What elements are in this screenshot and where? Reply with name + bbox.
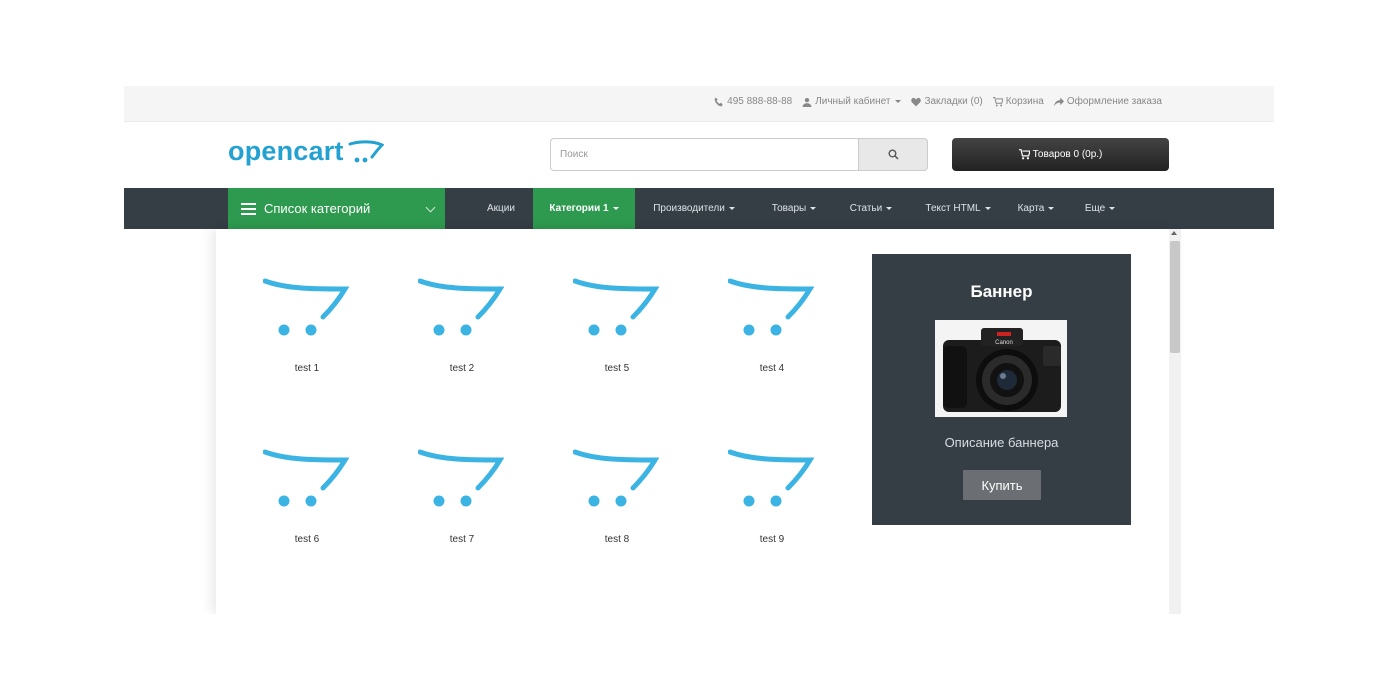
vertical-scrollbar[interactable] — [1169, 229, 1181, 614]
shopping-cart-icon — [1018, 149, 1030, 160]
search-button[interactable] — [858, 138, 928, 171]
search-icon — [887, 149, 899, 160]
category-list-label: Список категорий — [264, 201, 371, 216]
nav-item-label: Производители — [653, 203, 725, 214]
category-tile[interactable]: test 9 — [701, 438, 843, 568]
caret-down-icon — [984, 207, 991, 210]
nav-item-label: Товары — [771, 203, 807, 214]
nav-item-html-text[interactable]: Текст HTML — [914, 188, 1002, 229]
category-tile-label: test 6 — [294, 534, 320, 545]
caret-down-icon — [1048, 207, 1055, 210]
nav-item-products[interactable]: Товары — [756, 188, 832, 229]
category-tile[interactable]: test 7 — [391, 438, 533, 568]
cart-text: Корзина — [1005, 96, 1044, 107]
wishlist-text: Закладки (0) — [924, 96, 983, 107]
search-input[interactable] — [550, 138, 858, 171]
search-bar — [550, 138, 928, 171]
phone-link[interactable]: 495 888-88-88 — [714, 96, 792, 107]
opencart-cart-icon — [418, 449, 504, 507]
cart-link[interactable]: Корзина — [992, 96, 1044, 107]
category-tile-label: test 1 — [294, 363, 320, 374]
opencart-cart-icon — [728, 278, 814, 336]
nav-item-categories[interactable]: Категории 1 — [533, 188, 635, 229]
opencart-cart-icon — [263, 278, 349, 336]
camera-icon: Canon — [935, 320, 1067, 417]
chevron-down-icon — [425, 202, 436, 213]
cart-button-label: Товаров 0 (0р.) — [1032, 149, 1103, 160]
opencart-cart-icon — [263, 449, 349, 507]
checkout-link[interactable]: Оформление заказа — [1053, 96, 1162, 107]
account-text: Личный кабинет — [815, 96, 891, 107]
category-tile[interactable]: test 6 — [236, 438, 378, 568]
wishlist-link[interactable]: Закладки (0) — [911, 96, 983, 107]
logo[interactable]: opencart — [228, 136, 384, 167]
category-list-menu[interactable]: Список категорий — [228, 188, 445, 229]
banner: Баннер Canon Описание баннера Купить — [872, 254, 1131, 525]
banner-buy-button[interactable]: Купить — [963, 470, 1041, 500]
logo-text: opencart — [228, 136, 344, 166]
category-tile[interactable]: test 2 — [391, 267, 533, 397]
category-tile-label: test 5 — [604, 363, 630, 374]
caret-down-icon — [612, 207, 619, 210]
caret-down-icon — [810, 207, 817, 210]
category-tile[interactable]: test 1 — [236, 267, 378, 397]
user-icon — [802, 97, 812, 107]
caret-down-icon — [1109, 207, 1116, 210]
nav-item-label: Акции — [487, 203, 515, 214]
share-arrow-icon — [1053, 97, 1064, 106]
caret-down-icon — [886, 207, 893, 210]
category-tile-label: test 8 — [604, 534, 630, 545]
browser-page: 495 888-88-88 Личный кабинет Закладки (0… — [124, 86, 1274, 614]
opencart-cart-icon — [573, 449, 659, 507]
heart-icon — [911, 97, 922, 106]
main-nav: Список категорий Акции Категории 1 Произ… — [124, 188, 1274, 229]
category-tile[interactable]: test 4 — [701, 267, 843, 397]
banner-description: Описание баннера — [944, 435, 1059, 450]
nav-item-more[interactable]: Еще — [1075, 188, 1125, 229]
hamburger-icon — [241, 202, 256, 215]
nav-item-label: Категории 1 — [549, 203, 609, 214]
category-tile-label: test 7 — [449, 534, 475, 545]
category-tile-label: test 9 — [759, 534, 785, 545]
nav-item-label: Статьи — [849, 203, 883, 214]
svg-text:Canon: Canon — [995, 340, 1013, 346]
header: opencart Товаров 0 (0р.) — [124, 122, 1274, 188]
account-link[interactable]: Личный кабинет — [802, 96, 902, 107]
nav-item-articles[interactable]: Статьи — [837, 188, 905, 229]
top-bar: 495 888-88-88 Личный кабинет Закладки (0… — [124, 86, 1274, 122]
nav-item-label: Текст HTML — [925, 203, 981, 214]
opencart-cart-icon — [418, 278, 504, 336]
category-tile-label: test 4 — [759, 363, 785, 374]
category-tile-label: test 2 — [449, 363, 475, 374]
phone-text: 495 888-88-88 — [727, 96, 793, 107]
nav-item-manufacturers[interactable]: Производители — [641, 188, 747, 229]
top-links: 495 888-88-88 Личный кабинет Закладки (0… — [714, 96, 1162, 107]
phone-icon — [714, 97, 723, 106]
opencart-cart-icon — [573, 278, 659, 336]
nav-item-sitemap[interactable]: Карта — [1005, 188, 1067, 229]
caret-down-icon — [895, 100, 902, 103]
nav-item-label: Карта — [1017, 203, 1045, 214]
cart-button[interactable]: Товаров 0 (0р.) — [952, 138, 1169, 171]
logo-cart-icon — [348, 140, 384, 163]
opencart-cart-icon — [728, 449, 814, 507]
banner-camera-image: Canon — [935, 320, 1067, 417]
category-tile[interactable]: test 5 — [546, 267, 688, 397]
banner-title: Баннер — [970, 282, 1033, 301]
scroll-up-arrow-icon[interactable] — [1171, 231, 1177, 235]
nav-item-promotions[interactable]: Акции — [472, 188, 530, 229]
shopping-cart-icon — [992, 96, 1003, 106]
checkout-text: Оформление заказа — [1066, 96, 1162, 107]
nav-item-label: Еще — [1084, 203, 1106, 214]
caret-down-icon — [728, 207, 735, 210]
category-tile[interactable]: test 8 — [546, 438, 688, 568]
scrollbar-thumb[interactable] — [1170, 241, 1180, 353]
